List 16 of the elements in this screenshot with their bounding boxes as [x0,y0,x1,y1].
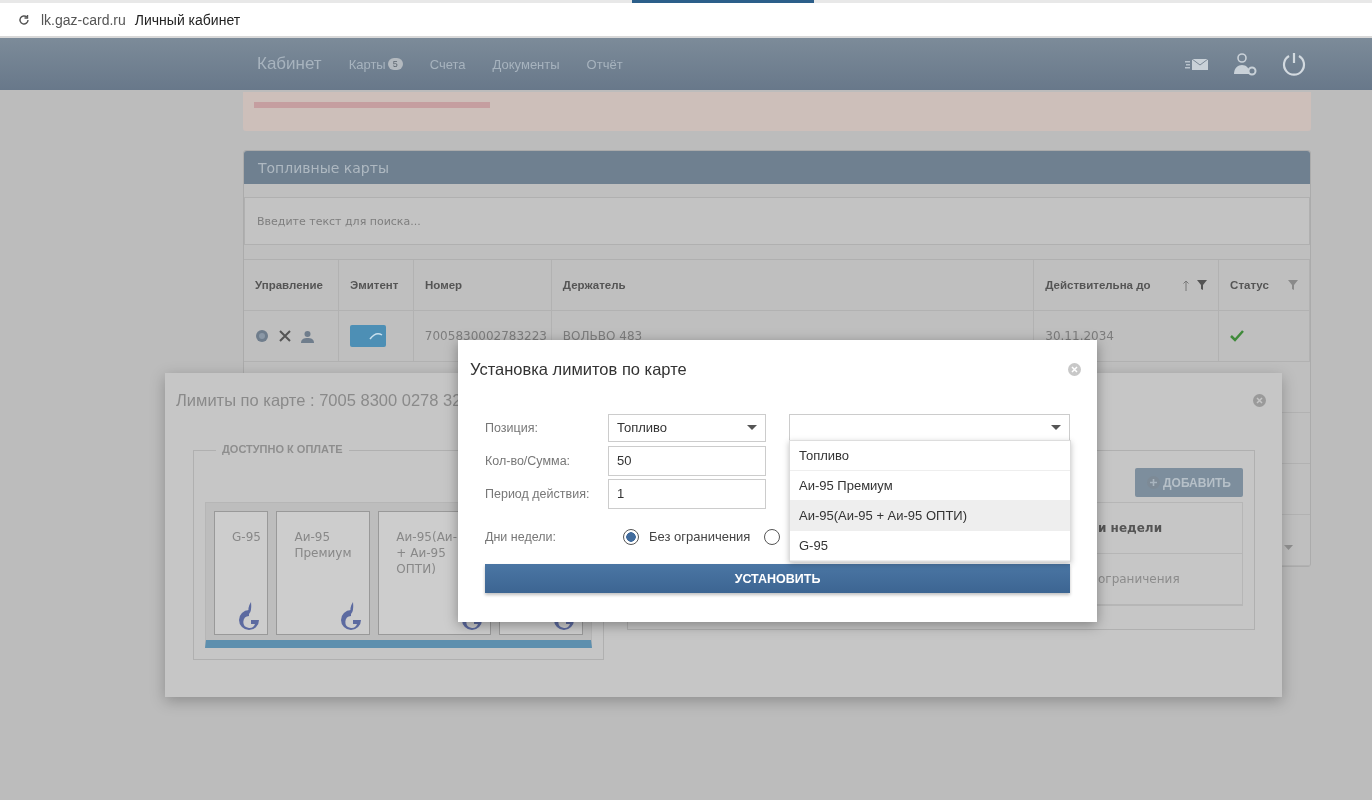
panel-title: Топливные карты [258,159,389,176]
fuel-name: G-95 [232,529,262,545]
fuel-name: Аи-95 Премиум [294,529,353,561]
table-cell: 30.11.2034 [1045,329,1114,343]
field-label: Позиция: [485,420,539,435]
count-badge: 5 [387,58,403,70]
table-cell: 7005830002783223 [424,329,547,343]
fuel-name: Аи-95(Аи- + Аи-95 ОПТИ) [396,529,457,577]
page-title: Личный кабинет [134,11,241,28]
field-label: Период действия: [485,486,591,501]
column-header: и недели [1098,521,1163,535]
fieldset-legend: ДОСТУПНО К ОПЛАТЕ [216,443,349,455]
table-cell: ВОЛЬВО 483 [562,329,643,343]
field-label: Кол-во/Сумма: [485,453,572,468]
dialog-title: Установка лимитов по карте [470,360,687,379]
table-cell: ограничения [1098,572,1180,586]
